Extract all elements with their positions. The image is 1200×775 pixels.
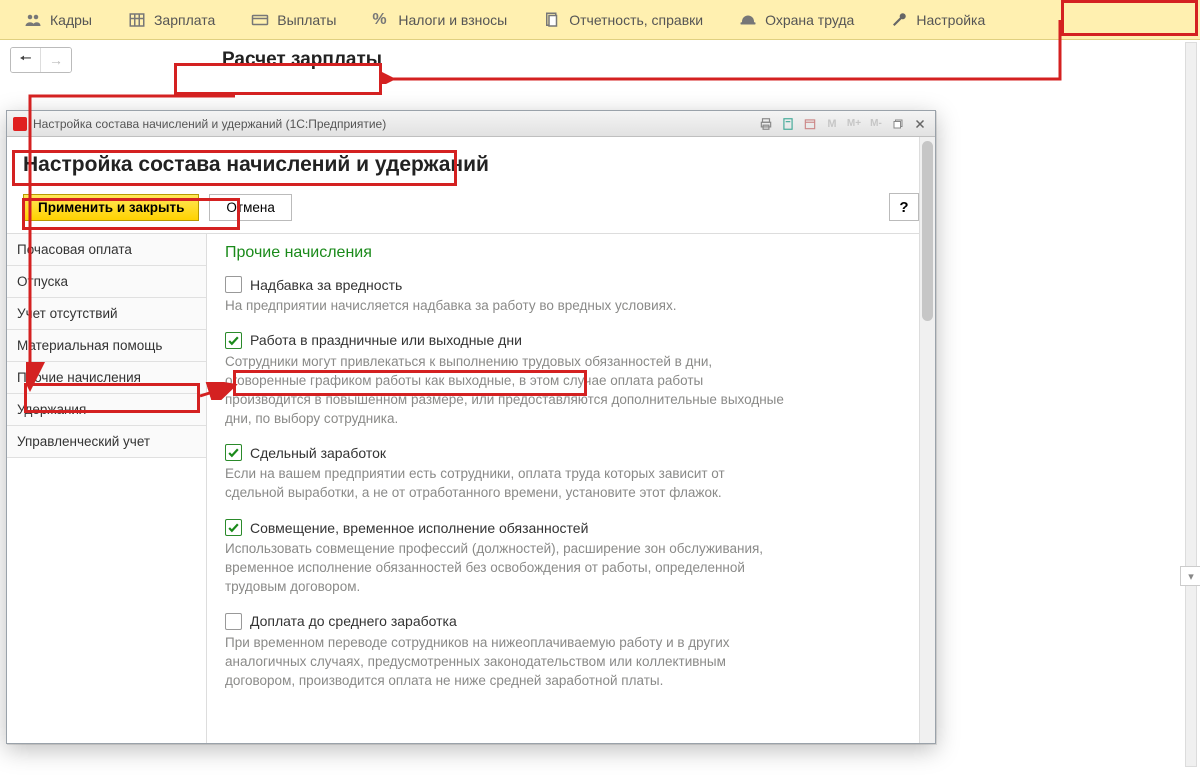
sidebar-item-aid[interactable]: Материальная помощь — [7, 330, 206, 362]
sub-bar: 🠔 → Расчет зарплаты — [0, 40, 1200, 80]
settings-content: Прочие начисления Надбавка за вредность … — [207, 234, 935, 743]
m-icon[interactable]: M — [823, 115, 841, 133]
nav-label: Охрана труда — [765, 12, 854, 28]
nav-back-button[interactable]: 🠔 — [11, 48, 41, 72]
table-icon — [128, 11, 146, 29]
nav-forward-button[interactable]: → — [41, 48, 71, 72]
calendar-icon[interactable] — [801, 115, 819, 133]
nav-item-nalogi[interactable]: % Налоги и взносы — [354, 0, 525, 40]
checkbox-holiday[interactable] — [225, 332, 242, 349]
settings-sidebar: Почасовая оплата Отпуска Учет отсутствий… — [7, 234, 207, 743]
dialog-titlebar[interactable]: Настройка состава начислений и удержаний… — [7, 111, 935, 137]
sidebar-item-vacation[interactable]: Отпуска — [7, 266, 206, 298]
option-label: Сдельный заработок — [250, 445, 386, 461]
option-holiday-work: Работа в праздничные или выходные дни Со… — [225, 332, 917, 429]
option-combine: Совмещение, временное исполнение обязанн… — [225, 519, 917, 597]
settings-dialog: Настройка состава начислений и удержаний… — [6, 110, 936, 744]
option-label: Совмещение, временное исполнение обязанн… — [250, 520, 588, 536]
checkbox-avg[interactable] — [225, 613, 242, 630]
option-harm-bonus: Надбавка за вредность На предприятии нач… — [225, 276, 917, 316]
nav-label: Зарплата — [154, 12, 215, 28]
top-navigation: Кадры Зарплата Выплаты % Налоги и взносы… — [0, 0, 1200, 40]
sidebar-item-deductions[interactable]: Удержания — [7, 394, 206, 426]
card-icon — [251, 11, 269, 29]
nav-label: Отчетность, справки — [569, 12, 703, 28]
option-desc: На предприятии начисляется надбавка за р… — [225, 297, 785, 316]
calc-icon[interactable] — [779, 115, 797, 133]
restore-icon[interactable] — [889, 115, 907, 133]
dialog-scrollbar[interactable] — [919, 137, 935, 743]
nav-item-kadry[interactable]: Кадры — [6, 0, 110, 40]
option-desc: Если на вашем предприятии есть сотрудник… — [225, 465, 785, 503]
right-pane-scrollbar[interactable]: ▾ — [1185, 42, 1197, 767]
nav-item-ohrana[interactable]: Охрана труда — [721, 0, 872, 40]
option-desc: Использовать совмещение профессий (должн… — [225, 540, 785, 597]
nav-label: Выплаты — [277, 12, 336, 28]
dialog-header: Настройка состава начислений и удержаний — [7, 137, 935, 185]
dialog-heading: Настройка состава начислений и удержаний — [23, 153, 919, 177]
checkbox-piecework[interactable] — [225, 444, 242, 461]
people-icon — [24, 11, 42, 29]
nav-item-vyplaty[interactable]: Выплаты — [233, 0, 354, 40]
percent-icon: % — [372, 11, 390, 29]
option-piecework: Сдельный заработок Если на вашем предпри… — [225, 444, 917, 503]
m-minus-icon[interactable]: M- — [867, 115, 885, 133]
checkbox-combine[interactable] — [225, 519, 242, 536]
nav-item-zarplata[interactable]: Зарплата — [110, 0, 233, 40]
helmet-icon — [739, 11, 757, 29]
sidebar-item-other[interactable]: Прочие начисления — [7, 362, 206, 394]
doc-icon — [543, 11, 561, 29]
sidebar-item-mgmt[interactable]: Управленческий учет — [7, 426, 206, 458]
option-desc: Сотрудники могут привлекаться к выполнен… — [225, 353, 785, 429]
option-desc: При временном переводе сотрудников на ни… — [225, 634, 785, 691]
option-label: Работа в праздничные или выходные дни — [250, 332, 522, 348]
print-icon[interactable] — [757, 115, 775, 133]
option-label: Доплата до среднего заработка — [250, 613, 457, 629]
sidebar-item-hourly[interactable]: Почасовая оплата — [7, 234, 206, 266]
m-plus-icon[interactable]: M+ — [845, 115, 863, 133]
option-label: Надбавка за вредность — [250, 277, 402, 293]
sidebar-item-absence[interactable]: Учет отсутствий — [7, 298, 206, 330]
nav-label: Налоги и взносы — [398, 12, 507, 28]
checkbox-harm[interactable] — [225, 276, 242, 293]
close-icon[interactable] — [911, 115, 929, 133]
page-subtitle: Расчет зарплаты — [222, 49, 382, 71]
pane-expand-button[interactable]: ▾ — [1180, 566, 1200, 586]
apply-close-button[interactable]: Применить и закрыть — [23, 194, 199, 221]
section-title: Прочие начисления — [225, 244, 917, 262]
nav-item-nastroyka[interactable]: Настройка — [872, 0, 1003, 40]
dialog-toolbar: Применить и закрыть Отмена ? — [7, 185, 935, 233]
cancel-button[interactable]: Отмена — [209, 194, 291, 221]
help-button[interactable]: ? — [889, 193, 919, 221]
dialog-body: Почасовая оплата Отпуска Учет отсутствий… — [7, 233, 935, 743]
option-avg-pay: Доплата до среднего заработка При времен… — [225, 613, 917, 691]
nav-arrows: 🠔 → — [10, 47, 72, 73]
nav-label: Настройка — [916, 12, 985, 28]
wrench-icon — [890, 11, 908, 29]
nav-label: Кадры — [50, 12, 92, 28]
nav-item-otchetnost[interactable]: Отчетность, справки — [525, 0, 721, 40]
app-logo-icon — [13, 117, 27, 131]
dialog-title-text: Настройка состава начислений и удержаний… — [33, 117, 386, 131]
scrollbar-thumb[interactable] — [922, 141, 933, 321]
